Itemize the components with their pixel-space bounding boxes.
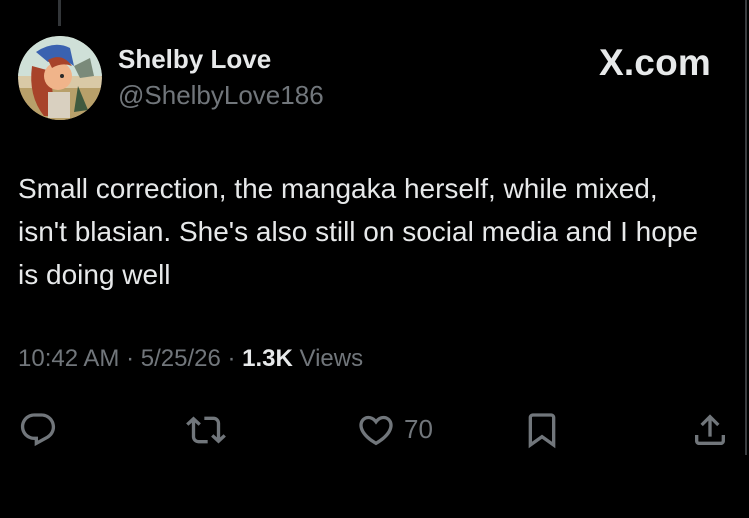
views-count[interactable]: 1.3K [242, 345, 293, 372]
tweet-metadata: 10:42 AM · 5/25/26 · 1.3K Views [18, 345, 363, 373]
avatar[interactable] [18, 36, 102, 120]
tweet-time[interactable]: 10:42 AM [18, 345, 119, 372]
tweet-text: Small correction, the mangaka herself, w… [18, 173, 698, 290]
like-count[interactable]: 70 [404, 414, 433, 445]
avatar-image [18, 36, 102, 120]
views-label: Views [292, 345, 364, 372]
brand-label: X.com [598, 42, 711, 83]
meta-separator: · [220, 345, 243, 372]
thread-connector-line [58, 0, 61, 26]
meta-separator: · [119, 345, 141, 372]
retweet-button[interactable] [186, 410, 226, 450]
author-name[interactable]: Shelby Love [118, 44, 271, 75]
bookmark-button[interactable] [522, 410, 562, 450]
share-button[interactable] [690, 410, 730, 450]
tweet-date[interactable]: 5/25/26 [141, 345, 221, 372]
retweet-icon [186, 416, 226, 444]
reply-button[interactable] [18, 410, 58, 450]
bookmark-icon [528, 413, 556, 449]
share-icon [695, 414, 725, 445]
edge-divider [745, 0, 747, 455]
author-handle[interactable]: @ShelbyLove186 [118, 80, 324, 111]
heart-icon [359, 415, 393, 446]
reply-icon [20, 413, 56, 447]
like-button[interactable] [356, 410, 396, 450]
